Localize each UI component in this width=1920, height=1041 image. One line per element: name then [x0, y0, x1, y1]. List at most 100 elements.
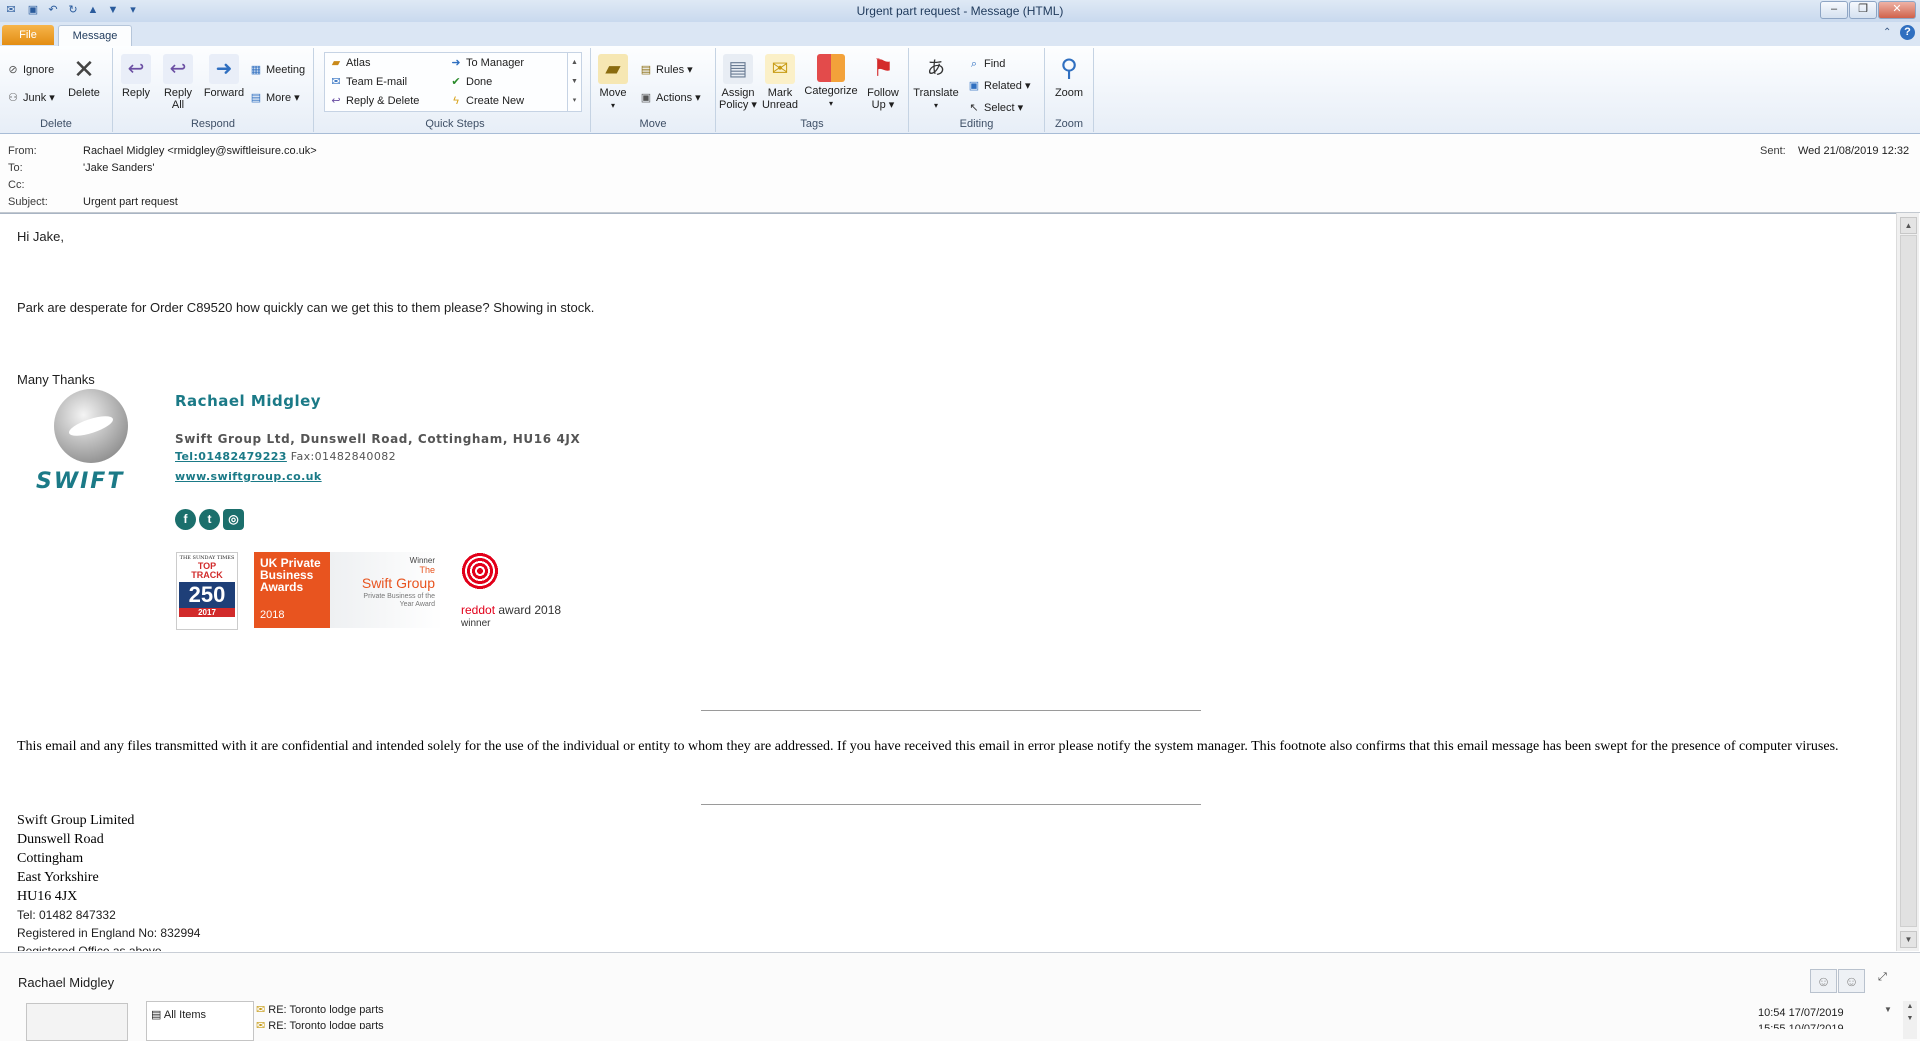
tel-link[interactable]: Tel:01482479223 [175, 450, 287, 463]
quickstep-reply-delete[interactable]: ↩ Reply & Delete [329, 93, 419, 109]
facebook-icon[interactable]: f [175, 509, 196, 530]
ignore-label: Ignore [23, 64, 55, 76]
swift-group-winner-badge: Winner The Swift Group Private Business … [330, 552, 443, 628]
title-bar: ✉ ▣ ↶ ↻ ▲ ▼ ▾ Urgent part request - Mess… [0, 0, 1920, 23]
mark-unread-button[interactable]: ✉ Mark Unread [760, 54, 800, 111]
find-label: Find [984, 58, 1006, 70]
twitter-icon[interactable]: t [199, 509, 220, 530]
more-button[interactable]: ▤ More ▾ [249, 90, 300, 106]
people-item-2-subject: RE: Toronto lodge parts [268, 1020, 384, 1029]
cursor-icon: ↖ [969, 102, 979, 115]
greeting-text: Hi Jake, [17, 229, 64, 244]
reply-all-button[interactable]: ↩ Reply All [159, 54, 197, 111]
meeting-button[interactable]: ▦ Meeting [249, 62, 305, 78]
actions-button[interactable]: ▣ Actions ▾ [639, 90, 701, 106]
quickstep-create-new[interactable]: ϟ Create New [449, 93, 524, 109]
scroll-thumb[interactable] [1900, 235, 1917, 927]
contact-photo [26, 1003, 128, 1041]
all-items-label: All Items [163, 1009, 207, 1021]
people-list-scrollbar[interactable]: ▲ ▼ [1903, 1001, 1917, 1039]
company-line-2: Dunswell Road [17, 832, 104, 847]
divider-top [701, 710, 1201, 711]
people-list-dropdown[interactable]: ▼ [1884, 1005, 1892, 1014]
people-view-icon[interactable]: ☺ [1838, 969, 1865, 993]
sent-value: Wed 21/08/2019 12:32 [1798, 145, 1910, 157]
related-label: Related [984, 80, 1022, 92]
quick-steps-scroll[interactable]: ▲ ▼ ▾ [567, 53, 581, 111]
company-registration: Registered in England No: 832994 [17, 926, 201, 940]
to-value[interactable]: 'Jake Sanders' [83, 162, 154, 174]
respond-group-label: Respond [190, 118, 236, 130]
create-new-label: Create New [466, 95, 525, 107]
follow-label-2: Up [871, 99, 886, 111]
subject-value: Urgent part request [83, 196, 178, 208]
ribbon-tabs: File Message ⌃ ? [0, 22, 1920, 47]
ribbon: ⊘ Ignore ⚇ Junk ▾ ✕ Delete Delete ↩ Reply … [0, 46, 1920, 134]
translate-icon: あ [927, 58, 945, 79]
select-label: Select [984, 102, 1015, 114]
editing-group-label: Editing [959, 118, 994, 130]
related-button[interactable]: ▣ Related ▾ [967, 78, 1031, 94]
reddot-word: reddot [461, 603, 496, 617]
delete-label: Delete [68, 87, 100, 99]
move-button[interactable]: ▰ Move ▾ [595, 54, 631, 112]
lightning-icon: ϟ [453, 95, 459, 108]
move-group-label: Move [639, 118, 667, 130]
categorize-button[interactable]: Categorize ▾ [802, 54, 860, 110]
mail-item-icon: ✉ [256, 1004, 266, 1016]
help-icon[interactable]: ? [1900, 25, 1915, 40]
person-photo-icon[interactable]: ☺ [1810, 969, 1837, 993]
message-body[interactable]: Hi Jake, Park are desperate for Order C8… [0, 213, 1896, 952]
expand-pane-icon[interactable]: ⤢ [1878, 971, 1887, 984]
delete-button[interactable]: ✕ Delete [64, 54, 104, 99]
divider-bottom [701, 804, 1201, 805]
tab-message[interactable]: Message [58, 25, 132, 47]
reddot-winner-text: winner [461, 618, 491, 629]
minimize-ribbon-icon[interactable]: ⌃ [1883, 27, 1891, 38]
disclaimer-text: This email and any files transmitted wit… [17, 739, 1839, 754]
junk-icon: ⚇ [8, 92, 18, 105]
quickstep-done[interactable]: ✔ Done [449, 74, 492, 90]
minimize-button[interactable]: – [1820, 1, 1848, 19]
quickstep-team-email[interactable]: ✉ Team E-mail [329, 74, 407, 90]
all-items-filter[interactable]: ▤ All Items [151, 1008, 206, 1021]
select-button[interactable]: ↖ Select ▾ [967, 100, 1023, 116]
top-track-250-badge: THE SUNDAY TIMES TOP TRACK 250 2017 [176, 552, 238, 630]
instagram-icon[interactable]: ◎ [223, 509, 244, 530]
mail-item-icon: ✉ [256, 1020, 266, 1029]
translate-button[interactable]: あ Translate ▾ [911, 54, 961, 112]
company-line-3: Cottingham [17, 851, 84, 866]
find-button[interactable]: ⌕ Find [967, 56, 1006, 72]
junk-button[interactable]: ⚇ Junk ▾ [6, 90, 55, 106]
rules-icon: ▤ [640, 64, 652, 77]
editing-group: あ Translate ▾ ⌕ Find ▣ Related ▾ ↖ Select ▾ … [909, 48, 1045, 132]
people-item-2[interactable]: ✉ RE: Toronto lodge parts [256, 1019, 384, 1029]
quickstep-to-manager[interactable]: ➜ To Manager [449, 55, 524, 71]
scroll-down-icon[interactable]: ▼ [1900, 931, 1917, 948]
people-item-1[interactable]: ✉ RE: Toronto lodge parts [256, 1003, 384, 1016]
tab-file[interactable]: File [2, 25, 54, 45]
signature-name: Rachael Midgley [175, 392, 322, 410]
quickstep-atlas[interactable]: ▰ Atlas [329, 55, 371, 71]
ignore-icon: ⊘ [8, 64, 18, 77]
ignore-button[interactable]: ⊘ Ignore [6, 62, 54, 78]
scroll-up-icon[interactable]: ▲ [1900, 217, 1917, 234]
close-button[interactable]: ✕ [1878, 1, 1916, 19]
from-value[interactable]: Rachael Midgley <rmidgley@swiftleisure.c… [83, 145, 317, 157]
zoom-button[interactable]: ⚲ Zoom [1049, 54, 1089, 99]
rules-button[interactable]: ▤ Rules ▾ [639, 62, 693, 78]
assign-policy-button[interactable]: ▤ Assign Policy ▾ [718, 54, 758, 111]
people-pane-name: Rachael Midgley [18, 975, 115, 990]
award3-winner: Winner [409, 556, 435, 565]
website-link[interactable]: www.swiftgroup.co.uk [175, 470, 322, 483]
follow-up-button[interactable]: ⚑ Follow Up ▾ [862, 54, 904, 111]
flag-icon: ⚑ [872, 55, 894, 82]
swift-logo-swoosh [66, 412, 116, 440]
reply-button[interactable]: ↩ Reply [117, 54, 155, 99]
move-label: Move [599, 87, 627, 99]
forward-button[interactable]: ➜ Forward [201, 54, 247, 99]
award1-year: 2017 [179, 608, 235, 617]
body-scrollbar[interactable]: ▲ ▼ [1896, 213, 1919, 951]
restore-button[interactable]: ❐ [1849, 1, 1877, 19]
swift-logo-emblem [54, 389, 128, 463]
